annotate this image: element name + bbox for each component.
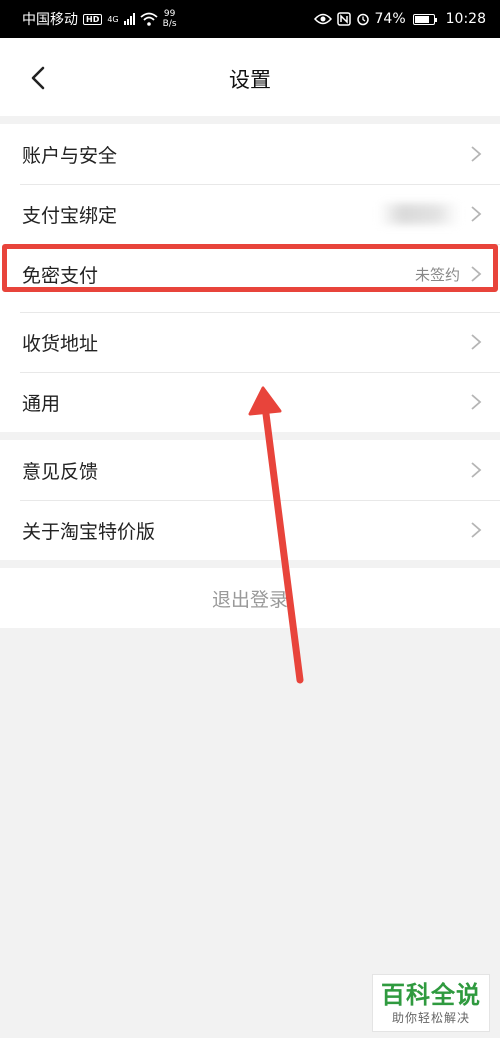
row-label: 通用	[22, 392, 61, 415]
battery-icon	[412, 13, 437, 25]
row-feedback[interactable]: 意见反馈	[0, 440, 500, 500]
page-title: 设置	[229, 68, 271, 92]
row-label: 关于淘宝特价版	[22, 520, 156, 543]
chevron-right-icon	[471, 334, 482, 350]
status-bar-left: 中国移动 HD 4G 99 B/s	[22, 9, 177, 29]
chevron-right-icon	[471, 266, 482, 282]
settings-group-about: 意见反馈 关于淘宝特价版	[0, 440, 500, 560]
row-label: 账户与安全	[22, 144, 118, 167]
row-about-app[interactable]: 关于淘宝特价版	[0, 500, 500, 560]
row-shipping-address[interactable]: 收货地址	[0, 312, 500, 372]
clock: 10:28	[445, 11, 486, 27]
speed-value: 99	[163, 9, 176, 19]
logout-label: 退出登录	[211, 588, 288, 611]
watermark-logo: 百科全说 助你轻松解决	[372, 974, 490, 1032]
eye-icon	[313, 13, 332, 25]
row-label: 意见反馈	[22, 460, 99, 483]
payment-status-value: 未签约	[414, 265, 460, 284]
wifi-icon	[140, 12, 158, 26]
battery-percent: 74%	[374, 11, 406, 27]
nfc-icon	[336, 12, 351, 26]
speed-unit: B/s	[162, 19, 177, 29]
row-account-security[interactable]: 账户与安全	[0, 124, 500, 184]
row-password-free-payment[interactable]: 免密支付 未签约	[0, 244, 500, 304]
settings-group-account: 账户与安全 支付宝绑定 ········ 免密支付 未签约 收货地址 通用	[0, 124, 500, 432]
alipay-account-value: ········	[377, 203, 460, 225]
hd-badge: HD	[83, 13, 103, 25]
chevron-right-icon	[471, 206, 482, 222]
network-speed: 99 B/s	[163, 9, 177, 29]
nav-bar: 设置	[0, 38, 500, 116]
row-label: 免密支付	[22, 264, 99, 287]
row-label: 收货地址	[22, 332, 99, 355]
signal-icon	[123, 13, 135, 25]
watermark-subtitle: 助你轻松解决	[391, 1010, 470, 1025]
chevron-right-icon	[471, 394, 482, 410]
chevron-right-icon	[471, 146, 482, 162]
carrier-label: 中国移动	[22, 12, 78, 28]
watermark-title: 百科全说	[381, 980, 481, 1009]
alarm-icon	[356, 13, 369, 26]
row-alipay-binding[interactable]: 支付宝绑定 ········	[0, 184, 500, 244]
chevron-right-icon	[471, 522, 482, 538]
status-bar-right: 74% 10:28	[313, 11, 486, 27]
logout-button[interactable]: 退出登录	[0, 568, 500, 628]
row-general[interactable]: 通用	[0, 372, 500, 432]
chevron-right-icon	[471, 462, 482, 478]
status-bar: 中国移动 HD 4G 99 B/s 74% 10:28	[0, 0, 500, 38]
network-type: 4G	[107, 14, 119, 24]
row-label: 支付宝绑定	[22, 204, 118, 227]
